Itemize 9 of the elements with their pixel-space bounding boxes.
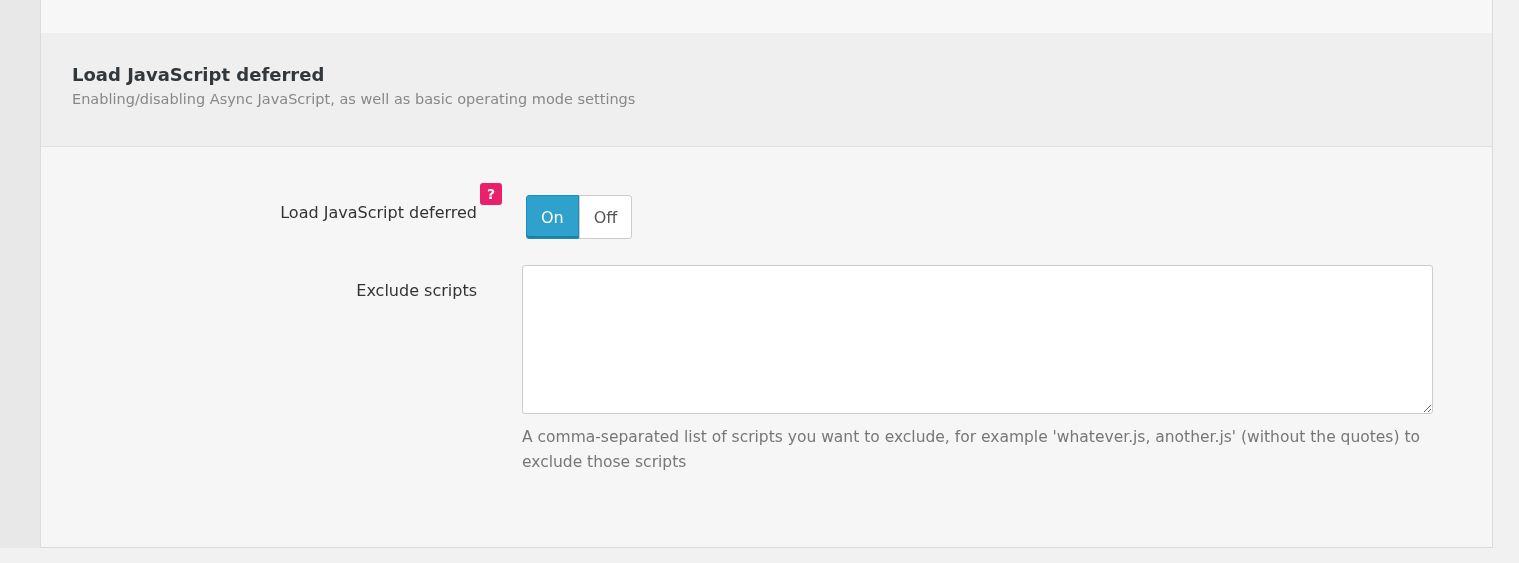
field-label: Load JavaScript deferred [280,203,477,222]
field-label: Exclude scripts [356,281,477,300]
toggle-option[interactable]: Off [578,195,633,239]
help-badge[interactable]: ? [480,183,502,205]
section-description: Enabling/disabling Async JavaScript, as well as basic operating mode settings [72,91,637,107]
section-title: Load JavaScript deferred [72,63,326,87]
field-description: A comma-separated list of scripts you want to exclude, for example 'whatever.js, another.js' (without the quotes) to exclude those scripts [522,427,1421,473]
toggle-option[interactable]: On [526,195,579,239]
exclude-scripts-field[interactable] [522,265,1433,414]
